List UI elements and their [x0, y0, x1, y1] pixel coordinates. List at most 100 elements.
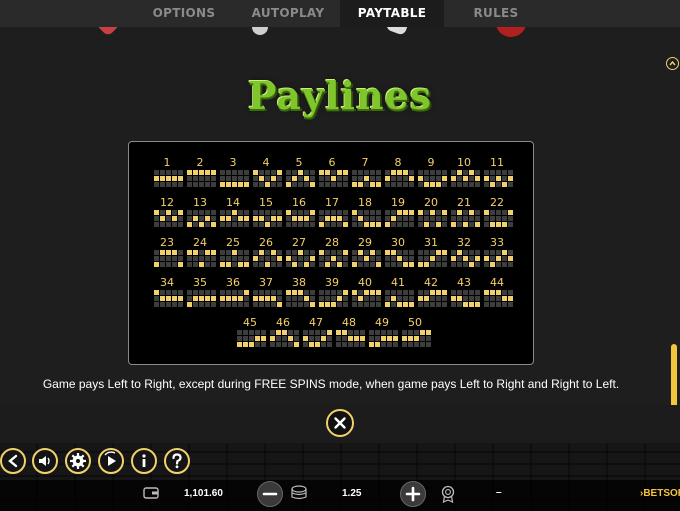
payline-15: 15 — [251, 196, 282, 230]
info-button[interactable] — [131, 448, 157, 474]
payline-cell — [286, 302, 291, 307]
payline-17: 17 — [317, 196, 348, 230]
payline-cell-active — [271, 250, 276, 255]
payline-cell-active — [166, 250, 171, 255]
payline-cell-active — [490, 222, 495, 227]
payline-cell-active — [205, 170, 210, 175]
payline-pattern — [286, 210, 315, 227]
payline-cell-active — [253, 216, 258, 221]
payline-cell — [484, 170, 489, 175]
tab-rules[interactable]: RULES — [444, 0, 548, 27]
paylines-title: Paylines — [247, 73, 433, 118]
payline-cell-active — [303, 336, 308, 341]
tab-options[interactable]: OPTIONS — [132, 0, 236, 27]
payline-cell-active — [403, 170, 408, 175]
payline-cell — [253, 182, 258, 187]
payline-cell — [270, 342, 275, 347]
payline-cell — [172, 210, 177, 215]
close-icon — [334, 417, 346, 429]
payline-cell — [409, 290, 414, 295]
tab-paytable[interactable]: PAYTABLE — [340, 0, 444, 27]
payline-number: 50 — [408, 316, 422, 329]
payline-cell — [369, 336, 374, 341]
payline-cell-active — [211, 250, 216, 255]
payline-cell — [244, 302, 249, 307]
back-button[interactable] — [0, 448, 26, 474]
payline-cell — [436, 302, 441, 307]
payline-cell-active — [451, 256, 456, 261]
payline-cell — [220, 290, 225, 295]
payline-cell — [490, 296, 495, 301]
payline-cell — [370, 256, 375, 261]
decrease-bet-button[interactable] — [257, 481, 283, 507]
scroll-up-button[interactable] — [666, 57, 679, 70]
payline-cell — [391, 210, 396, 215]
payline-cell — [508, 262, 513, 267]
payline-pattern — [352, 210, 381, 227]
payline-cell-active — [232, 296, 237, 301]
paylines-grid: 1 2 3 4 5 6 7 8 9 10 11 12 13 14 15 16 17 18 19 20 21 22 23 24 2… — [128, 141, 534, 365]
payline-cell — [259, 182, 264, 187]
payline-number: 25 — [226, 236, 240, 249]
payline-cell — [271, 210, 276, 215]
payline-number: 44 — [490, 276, 504, 289]
payline-cell — [237, 336, 242, 341]
close-button[interactable] — [326, 409, 354, 437]
payline-pattern — [303, 330, 332, 347]
payline-cell — [414, 330, 419, 335]
autoplay-button[interactable] — [98, 448, 124, 474]
payline-pattern — [154, 170, 183, 187]
payline-cell — [364, 216, 369, 221]
payline-cell — [166, 170, 171, 175]
payline-23: 23 — [152, 236, 183, 270]
payline-pattern — [187, 250, 216, 267]
payline-cell — [442, 182, 447, 187]
payline-cell — [160, 222, 165, 227]
payline-cell-active — [397, 302, 402, 307]
payline-number: 41 — [391, 276, 405, 289]
payline-cell — [211, 182, 216, 187]
payline-pattern — [220, 250, 249, 267]
payline-cell — [418, 290, 423, 295]
payline-cell — [490, 170, 495, 175]
payline-cell-active — [426, 330, 431, 335]
award-icon — [441, 485, 455, 503]
payline-cell — [298, 182, 303, 187]
payline-cell — [358, 290, 363, 295]
payline-cell-active — [244, 262, 249, 267]
payline-cell-active — [364, 222, 369, 227]
payline-16: 16 — [284, 196, 315, 230]
payline-cell — [496, 210, 501, 215]
payline-cell — [315, 336, 320, 341]
payline-cell — [244, 256, 249, 261]
payline-cell — [187, 262, 192, 267]
payline-cell — [490, 176, 495, 181]
payline-cell — [343, 182, 348, 187]
payline-cell — [226, 302, 231, 307]
payline-cell — [463, 296, 468, 301]
payline-cell — [282, 342, 287, 347]
payline-cell — [370, 296, 375, 301]
payline-cell — [457, 290, 462, 295]
payline-cell-active — [403, 262, 408, 267]
payline-cell — [331, 262, 336, 267]
payline-cell-active — [469, 302, 474, 307]
help-button[interactable] — [164, 448, 190, 474]
payline-cell-active — [337, 170, 342, 175]
payline-cell-active — [496, 290, 501, 295]
settings-button[interactable] — [65, 448, 91, 474]
increase-bet-button[interactable] — [400, 481, 426, 507]
payline-cell — [343, 296, 348, 301]
payline-cell-active — [364, 290, 369, 295]
payline-cell-active — [418, 176, 423, 181]
payline-cell — [484, 250, 489, 255]
tab-autoplay[interactable]: AUTOPLAY — [236, 0, 340, 27]
payline-cell — [319, 216, 324, 221]
sound-button[interactable] — [32, 448, 58, 474]
payline-cell — [193, 302, 198, 307]
payline-cell-active — [385, 222, 390, 227]
payline-pattern — [418, 250, 447, 267]
payline-cell — [376, 170, 381, 175]
payline-38: 38 — [284, 276, 315, 310]
scrollbar-thumb[interactable] — [671, 344, 677, 405]
